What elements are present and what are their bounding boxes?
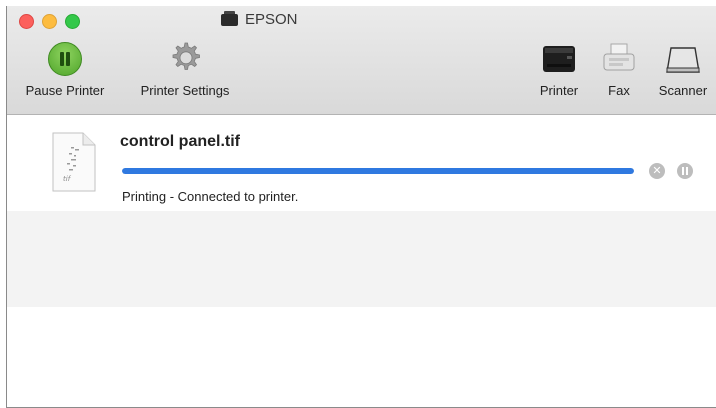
print-job-row[interactable]: tif control panel.tif ✕ Printing - Conne…	[7, 115, 716, 211]
printer-settings-button[interactable]: Printer Settings	[123, 42, 247, 98]
print-queue-window: EPSON Pause Printer Printer Settings Pri	[6, 6, 716, 408]
printer-button[interactable]: Printer	[533, 42, 585, 98]
printer-settings-label: Printer Settings	[140, 83, 230, 98]
pause-printer-button[interactable]: Pause Printer	[13, 42, 117, 98]
gear-icon	[172, 42, 200, 70]
pause-icon	[48, 42, 82, 76]
pause-job-button[interactable]	[677, 163, 693, 179]
cancel-job-button[interactable]: ✕	[649, 163, 665, 179]
minimize-window-button[interactable]	[42, 14, 57, 29]
window-title: EPSON	[221, 10, 298, 28]
empty-list-row	[7, 211, 716, 307]
toolbar: EPSON Pause Printer Printer Settings Pri	[7, 6, 716, 115]
scanner-button[interactable]: Scanner	[651, 42, 715, 98]
job-progress-fill	[122, 168, 634, 174]
fax-icon	[603, 43, 635, 71]
close-window-button[interactable]	[19, 14, 34, 29]
empty-list-row	[7, 307, 716, 407]
tif-file-icon: tif	[52, 132, 96, 192]
fax-label: Fax	[608, 83, 630, 98]
zoom-window-button[interactable]	[65, 14, 80, 29]
printer-device-icon	[543, 46, 575, 72]
printer-icon	[221, 10, 238, 26]
printer-label: Printer	[539, 83, 579, 98]
job-progress-bar	[122, 168, 634, 174]
window-title-text: EPSON	[245, 11, 298, 28]
job-filename: control panel.tif	[120, 133, 240, 150]
scanner-icon	[666, 47, 700, 73]
job-status-text: Printing - Connected to printer.	[122, 189, 299, 204]
pause-printer-label: Pause Printer	[25, 83, 105, 98]
window-controls	[19, 14, 80, 29]
fax-button[interactable]: Fax	[599, 42, 639, 98]
scanner-label: Scanner	[658, 83, 708, 98]
